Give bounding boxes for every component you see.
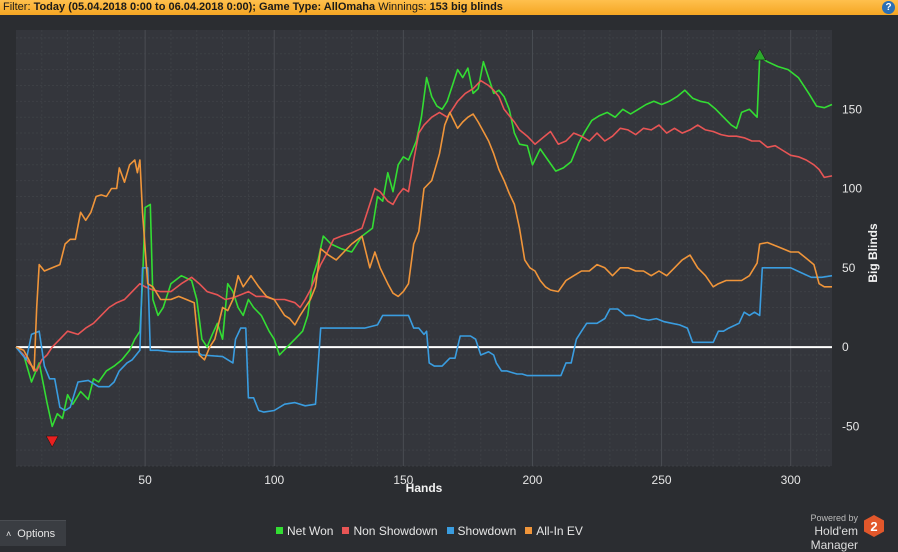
bottom-bar: ˄ Options Net Won Non Showdown Showdown All-… [0,513,898,552]
legend-item[interactable]: Showdown [446,524,517,538]
y-axis-ticks: -50 0 50 100 150 [842,102,862,433]
legend-label: All-In EV [536,524,583,538]
chevron-up-icon: ˄ [6,529,12,539]
powered-by: Powered by Hold'em Manager [770,513,858,552]
legend-swatch-icon [525,527,533,535]
legend-label: Showdown [457,524,517,538]
y-tick-label: -50 [842,419,860,433]
x-tick-label: 100 [264,473,284,487]
x-tick-label: 250 [652,473,672,487]
options-label: Options [17,528,56,540]
hm2-logo-icon: 2 [864,515,884,537]
logo-badge-text: 2 [870,519,877,534]
x-tick-label: 200 [522,473,542,487]
y-tick-label: 150 [842,102,862,116]
legend-item[interactable]: Net Won [276,524,333,538]
filter-bar: Filter: Today (05.04.2018 0:00 to 06.04.… [0,0,898,15]
legend-item[interactable]: All-In EV [525,524,583,538]
winnings-value: 153 big blinds [429,1,503,13]
graph-chart: 50 100 150 200 250 300 -50 0 50 100 150 Hands Big… [15,30,880,495]
legend-swatch-icon [276,527,283,535]
y-tick-label: 50 [842,261,856,275]
product-name: Hold'em Manager [810,524,858,552]
x-axis-ticks: 50 100 150 200 250 300 [138,473,801,487]
winnings-label: Winnings: [378,1,427,13]
x-tick-label: 50 [138,473,152,487]
filter-text: Today (05.04.2018 0:00 to 06.04.2018 0:0… [33,1,376,13]
x-axis-label: Hands [406,481,443,495]
y-tick-label: 0 [842,340,849,354]
powered-by-text: Powered by [810,513,858,523]
legend-swatch-icon [342,527,350,535]
legend-item[interactable]: Non Showdown [342,524,438,538]
legend-label: Net Won [287,524,334,538]
options-button[interactable]: ˄ Options [0,520,66,546]
legend: Net Won Non Showdown Showdown All-In EV [276,524,592,538]
y-axis-label: Big Blinds [866,223,880,283]
help-icon[interactable]: ? [882,1,895,14]
filter-prefix: Filter: [3,1,31,13]
y-tick-label: 100 [842,182,862,196]
legend-label: Non Showdown [353,524,438,538]
x-tick-label: 300 [781,473,801,487]
legend-swatch-icon [446,527,454,535]
